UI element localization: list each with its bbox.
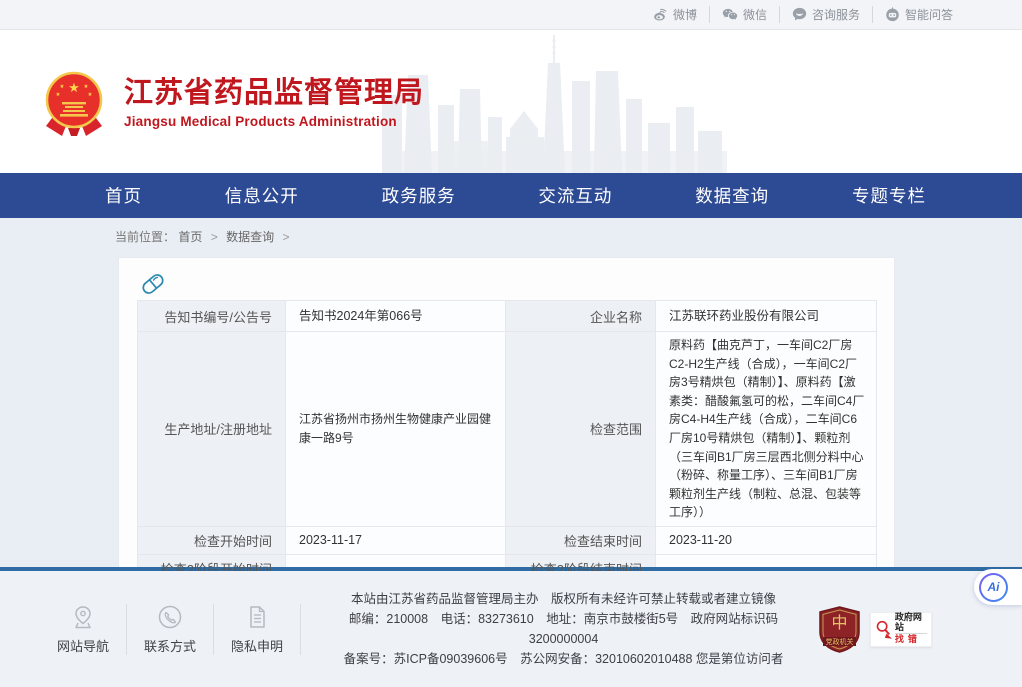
footer: 网站导航 联系方式 隐私申明 本站由江苏省药品监督管理局主办 版权所有未经许可禁…	[0, 571, 1022, 687]
chat-bubble-icon	[792, 7, 807, 22]
svg-text:★: ★	[60, 84, 65, 90]
nav-item-data-query[interactable]: 数据查询	[695, 183, 769, 208]
svg-text:党政机关: 党政机关	[826, 637, 854, 646]
nav-item-special-topics[interactable]: 专题专栏	[852, 183, 926, 208]
weibo-icon	[653, 8, 668, 21]
smart-qa-link[interactable]: 智能问答	[872, 6, 965, 23]
svg-text:★: ★	[68, 80, 80, 95]
svg-text:★: ★	[84, 84, 89, 90]
field-value: 江苏省扬州市扬州生物健康产业园健康一路9号	[286, 332, 506, 527]
svg-text:★: ★	[88, 92, 93, 98]
table-row: 生产地址/注册地址 江苏省扬州市扬州生物健康产业园健康一路9号 检查范围 原料药…	[138, 332, 877, 527]
footer-link-label: 隐私申明	[231, 636, 283, 655]
field-label: 告知书编号/公告号	[138, 301, 286, 332]
consult-service-link[interactable]: 咨询服务	[779, 6, 872, 23]
field-label: 检查结束时间	[506, 526, 656, 554]
field-value: 原料药【曲克芦丁，一车间C2厂房C2-H2生产线（合成），一车间C2厂房3号精烘…	[656, 332, 877, 527]
location-pin-icon	[70, 604, 96, 630]
breadcrumb-separator: >	[282, 230, 289, 244]
footer-line-host: 本站由江苏省药品监督管理局主办 版权所有未经许可禁止转载或者建立镜像	[315, 589, 812, 609]
footer-link-privacy[interactable]: 隐私申明	[214, 604, 301, 655]
footer-link-label: 联系方式	[144, 636, 196, 655]
topbar-item-label: 微博	[673, 6, 697, 23]
footer-link-label: 网站导航	[57, 636, 109, 655]
find-error-badge[interactable]: 政府网站 找错	[870, 612, 932, 647]
main-content: 当前位置： 首页 > 数据查询 > 告知书编号/公告号 告知书2024年第066…	[0, 218, 1022, 567]
brand-titles: 江苏省药品监督管理局 Jiangsu Medical Products Admi…	[124, 77, 424, 129]
national-emblem: ★ ★ ★ ★ ★	[42, 70, 106, 136]
footer-info: 本站由江苏省药品监督管理局主办 版权所有未经许可禁止转载或者建立镜像 邮编：21…	[301, 589, 818, 669]
nav-item-info-disclosure[interactable]: 信息公开	[225, 183, 299, 208]
nav-item-home[interactable]: 首页	[105, 183, 142, 208]
city-skyline-art	[382, 33, 727, 173]
field-label: 企业名称	[506, 301, 656, 332]
footer-line-contact: 邮编：210008 电话：83273610 地址：南京市鼓楼街5号 政府网站标识…	[315, 609, 812, 649]
footer-link-site-map[interactable]: 网站导航	[40, 604, 127, 655]
magnifier-icon	[875, 618, 892, 640]
nav-item-gov-services[interactable]: 政务服务	[382, 183, 456, 208]
table-row: 检查开始时间 2023-11-17 检查结束时间 2023-11-20	[138, 526, 877, 554]
ai-assistant-button[interactable]: Ai	[974, 569, 1022, 605]
breadcrumb-section-link[interactable]: 数据查询	[226, 230, 274, 244]
phone-icon	[157, 604, 183, 630]
field-value: 2023-11-17	[286, 526, 506, 554]
field-label: 检查范围	[506, 332, 656, 527]
field-value: 江苏联环药业股份有限公司	[656, 301, 877, 332]
wechat-link[interactable]: 微信	[709, 6, 779, 23]
footer-line-icp: 备案号：苏ICP备09039606号 苏公网安备：32010602010488 …	[315, 649, 812, 669]
pill-icon	[139, 270, 167, 298]
field-value: 2023-11-20	[656, 526, 877, 554]
brand-block: ★ ★ ★ ★ ★ 江苏省药品监督管理局 Jiangsu Medical Pro…	[42, 70, 424, 136]
topbar-item-label: 咨询服务	[812, 6, 860, 23]
gov-shield-badge[interactable]: 中 党政机关	[818, 606, 861, 653]
breadcrumb: 当前位置： 首页 > 数据查询 >	[115, 228, 1022, 245]
weibo-link[interactable]: 微博	[641, 6, 709, 23]
breadcrumb-separator: >	[211, 230, 218, 244]
ai-icon: Ai	[979, 573, 1008, 602]
nav-item-interaction[interactable]: 交流互动	[538, 183, 612, 208]
breadcrumb-prefix: 当前位置：	[115, 230, 175, 244]
find-error-badge-text: 政府网站 找错	[895, 613, 927, 646]
table-row: 告知书编号/公告号 告知书2024年第066号 企业名称 江苏联环药业股份有限公…	[138, 301, 877, 332]
site-subtitle: Jiangsu Medical Products Administration	[124, 114, 424, 129]
field-label: 生产地址/注册地址	[138, 332, 286, 527]
field-value: 告知书2024年第066号	[286, 301, 506, 332]
site-title: 江苏省药品监督管理局	[124, 77, 424, 110]
topbar-item-label: 微信	[743, 6, 767, 23]
site-header: ★ ★ ★ ★ ★ 江苏省药品监督管理局 Jiangsu Medical Pro…	[0, 30, 1022, 173]
field-label: 检查开始时间	[138, 526, 286, 554]
wechat-icon	[722, 8, 738, 21]
footer-links: 网站导航 联系方式 隐私申明	[40, 604, 301, 655]
footer-badges: 中 党政机关 政府网站 找错	[818, 606, 932, 653]
svg-text:★: ★	[56, 92, 61, 98]
breadcrumb-home-link[interactable]: 首页	[178, 230, 202, 244]
main-nav: 首页 信息公开 政务服务 交流互动 数据查询 专题专栏	[0, 173, 1022, 218]
privacy-doc-icon	[244, 604, 270, 630]
svg-text:中: 中	[831, 614, 847, 632]
footer-link-contact[interactable]: 联系方式	[127, 604, 214, 655]
topbar-item-label: 智能问答	[905, 6, 953, 23]
robot-icon	[885, 7, 900, 22]
top-utility-bar: 微博 微信 咨询服务 智能问答	[0, 0, 1022, 30]
